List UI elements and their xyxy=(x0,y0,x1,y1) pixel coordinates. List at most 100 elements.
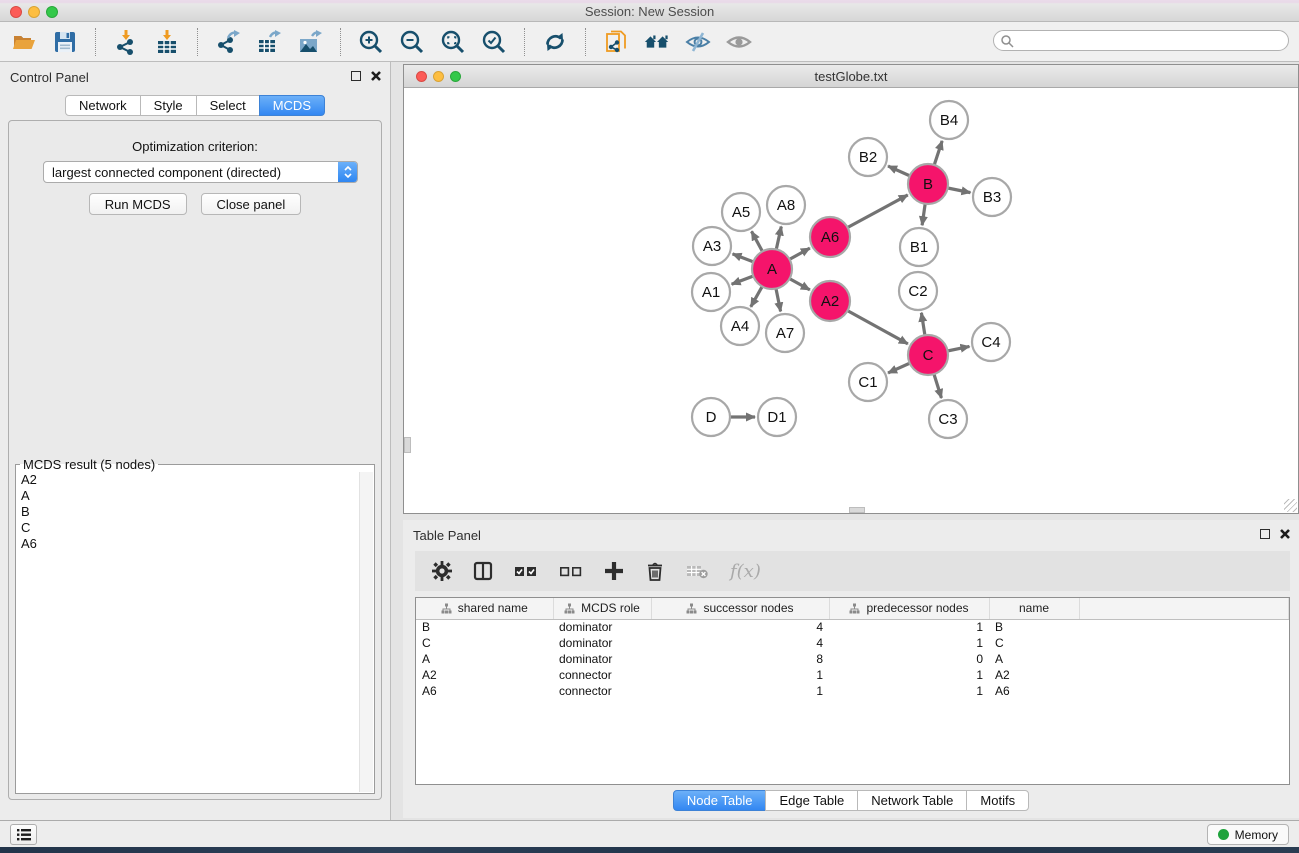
table-cell[interactable]: A xyxy=(989,651,1079,667)
table-cell[interactable]: B xyxy=(416,619,553,635)
column-header[interactable]: name xyxy=(989,598,1079,619)
table-mode-gear-icon[interactable] xyxy=(431,560,453,582)
refresh-icon[interactable] xyxy=(541,28,569,56)
table-cell[interactable]: dominator xyxy=(553,619,651,635)
table-cell[interactable]: 4 xyxy=(651,619,829,635)
create-column-icon[interactable] xyxy=(603,560,625,582)
result-item[interactable]: B xyxy=(17,504,359,520)
run-mcds-button[interactable]: Run MCDS xyxy=(89,193,187,215)
zoom-fit-icon[interactable] xyxy=(439,28,467,56)
column-header[interactable]: predecessor nodes xyxy=(829,598,989,619)
delete-columns-icon[interactable] xyxy=(644,560,666,582)
import-network-icon[interactable] xyxy=(112,28,140,56)
graph-node[interactable]: C3 xyxy=(929,400,967,438)
search-field[interactable] xyxy=(993,30,1289,51)
result-scrollbar[interactable] xyxy=(359,472,373,792)
tab-select[interactable]: Select xyxy=(196,95,260,116)
float-table-panel-icon[interactable] xyxy=(1260,529,1270,539)
column-header[interactable]: MCDS role xyxy=(553,598,651,619)
graph-node[interactable]: A2 xyxy=(810,281,850,321)
graph-node[interactable]: A7 xyxy=(766,314,804,352)
table-cell[interactable]: B xyxy=(989,619,1079,635)
result-item[interactable]: C xyxy=(17,520,359,536)
table-cell[interactable]: 4 xyxy=(651,635,829,651)
table-cell[interactable]: A6 xyxy=(989,683,1079,699)
node-table[interactable]: shared nameMCDS rolesuccessor nodesprede… xyxy=(415,597,1290,785)
graph-node[interactable]: B xyxy=(908,164,948,204)
table-cell[interactable]: A xyxy=(416,651,553,667)
tab-edge-table[interactable]: Edge Table xyxy=(765,790,858,811)
graph-node[interactable]: A6 xyxy=(810,217,850,257)
graph-node[interactable]: B2 xyxy=(849,138,887,176)
memory-button[interactable]: Memory xyxy=(1207,824,1289,845)
table-cell[interactable]: C xyxy=(989,635,1079,651)
float-panel-icon[interactable] xyxy=(351,71,361,81)
graph-node[interactable]: C4 xyxy=(972,323,1010,361)
table-cell[interactable]: 1 xyxy=(651,667,829,683)
import-table-icon[interactable] xyxy=(153,28,181,56)
canvas-vertical-scroll-thumb[interactable] xyxy=(404,437,411,453)
table-row[interactable]: Adominator80A xyxy=(416,651,1289,667)
graph-node[interactable]: A8 xyxy=(767,186,805,224)
table-cell[interactable]: 1 xyxy=(829,635,989,651)
table-cell[interactable]: A6 xyxy=(416,683,553,699)
criterion-select[interactable]: largest connected component (directed) xyxy=(43,161,358,183)
graph-node[interactable]: A3 xyxy=(693,227,731,265)
graph-node[interactable]: A xyxy=(752,249,792,289)
result-item[interactable]: A6 xyxy=(17,536,359,552)
show-task-history-button[interactable] xyxy=(10,824,37,845)
table-cell[interactable]: 1 xyxy=(651,683,829,699)
table-cell[interactable]: dominator xyxy=(553,635,651,651)
graph-node[interactable]: B3 xyxy=(973,178,1011,216)
graph-node[interactable]: B1 xyxy=(900,228,938,266)
table-row[interactable]: Cdominator41C xyxy=(416,635,1289,651)
graph-node[interactable]: A4 xyxy=(721,307,759,345)
tab-node-table[interactable]: Node Table xyxy=(673,790,767,811)
result-item[interactable]: A xyxy=(17,488,359,504)
table-cell[interactable]: 0 xyxy=(829,651,989,667)
tab-motifs[interactable]: Motifs xyxy=(966,790,1029,811)
open-session-icon[interactable] xyxy=(10,28,38,56)
mcds-result-list[interactable]: A2ABCA6 xyxy=(17,472,359,792)
tab-style[interactable]: Style xyxy=(140,95,197,116)
graph-node[interactable]: A5 xyxy=(722,193,760,231)
tab-mcds[interactable]: MCDS xyxy=(259,95,325,116)
table-cell[interactable]: A2 xyxy=(989,667,1079,683)
zoom-out-icon[interactable] xyxy=(398,28,426,56)
column-header[interactable]: successor nodes xyxy=(651,598,829,619)
table-cell[interactable]: dominator xyxy=(553,651,651,667)
table-cell[interactable]: connector xyxy=(553,683,651,699)
column-header[interactable]: shared name xyxy=(416,598,553,619)
network-canvas[interactable]: B4B2BB3A8A5A6A3B1AC2A1A2A4A7C4CC1C3DD1 xyxy=(404,88,1298,513)
save-session-icon[interactable] xyxy=(51,28,79,56)
table-cell[interactable]: A2 xyxy=(416,667,553,683)
graph-node[interactable]: C1 xyxy=(849,363,887,401)
graph-node[interactable]: C2 xyxy=(899,272,937,310)
zoom-in-icon[interactable] xyxy=(357,28,385,56)
export-network-icon[interactable] xyxy=(214,28,242,56)
table-cell[interactable]: 8 xyxy=(651,651,829,667)
hide-selected-icon[interactable] xyxy=(684,28,712,56)
export-table-icon[interactable] xyxy=(255,28,283,56)
close-panel-button[interactable]: Close panel xyxy=(201,193,302,215)
tab-network[interactable]: Network xyxy=(65,95,141,116)
show-all-icon[interactable] xyxy=(725,28,753,56)
show-column-icon[interactable] xyxy=(472,560,494,582)
table-row[interactable]: A6connector11A6 xyxy=(416,683,1289,699)
table-cell[interactable]: C xyxy=(416,635,553,651)
graph-node[interactable]: D1 xyxy=(758,398,796,436)
search-input[interactable] xyxy=(1018,34,1268,48)
graph-node[interactable]: A1 xyxy=(692,273,730,311)
window-resize-grip[interactable] xyxy=(1284,499,1297,512)
canvas-horizontal-scroll-thumb[interactable] xyxy=(849,507,865,513)
unselect-all-columns-icon[interactable] xyxy=(558,560,584,582)
export-image-icon[interactable] xyxy=(296,28,324,56)
new-network-from-selection-icon[interactable] xyxy=(602,28,630,56)
table-row[interactable]: Bdominator41B xyxy=(416,619,1289,635)
graph-node[interactable]: C xyxy=(908,335,948,375)
table-row[interactable]: A2connector11A2 xyxy=(416,667,1289,683)
result-item[interactable]: A2 xyxy=(17,472,359,488)
table-cell[interactable]: connector xyxy=(553,667,651,683)
graph-node[interactable]: B4 xyxy=(930,101,968,139)
select-all-columns-icon[interactable] xyxy=(513,560,539,582)
